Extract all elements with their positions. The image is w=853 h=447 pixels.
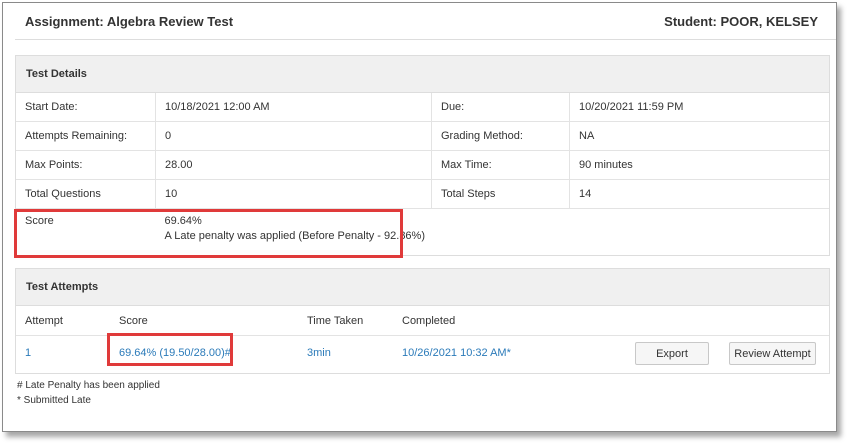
max-time-value: 90 minutes — [569, 150, 829, 180]
details-row: Attempts Remaining: 0 Grading Method: NA — [16, 121, 829, 151]
attempt-column-header: Attempt — [25, 315, 63, 327]
attempts-remaining-value: 0 — [155, 121, 432, 151]
attempts-remaining-label: Attempts Remaining: — [16, 121, 156, 151]
review-attempt-button[interactable]: Review Attempt — [729, 342, 816, 365]
max-time-label: Max Time: — [431, 150, 570, 180]
score-highlight-box — [14, 209, 403, 258]
time-taken-link[interactable]: 3min — [307, 347, 331, 359]
completed-column-header: Completed — [402, 315, 456, 327]
details-row: Max Points: 28.00 Max Time: 90 minutes — [16, 150, 829, 180]
details-row: Start Date: 10/18/2021 12:00 AM Due: 10/… — [16, 93, 829, 122]
completed-date-link[interactable]: 10/26/2021 10:32 AM* — [402, 347, 511, 359]
student-name: Student: POOR, KELSEY — [664, 14, 818, 29]
details-row: Total Questions 10 Total Steps 14 — [16, 179, 829, 209]
start-date-label: Start Date: — [16, 93, 156, 122]
start-date-value: 10/18/2021 12:00 AM — [155, 93, 432, 122]
total-questions-value: 10 — [155, 179, 432, 209]
total-questions-label: Total Questions — [16, 179, 156, 209]
total-steps-label: Total Steps — [431, 179, 570, 209]
grading-method-label: Grading Method: — [431, 121, 570, 151]
total-steps-value: 14 — [569, 179, 829, 209]
test-attempts-heading: Test Attempts — [16, 269, 829, 306]
header-divider — [15, 39, 836, 40]
attempt-score-highlight-box — [107, 333, 233, 366]
score-column-header: Score — [119, 315, 148, 327]
assignment-window: Assignment: Algebra Review Test Student:… — [2, 2, 837, 432]
max-points-label: Max Points: — [16, 150, 156, 180]
assignment-title: Assignment: Algebra Review Test — [25, 14, 234, 29]
attempts-column-headers: Attempt Score Time Taken Completed — [16, 306, 829, 336]
export-button[interactable]: Export — [635, 342, 709, 365]
time-taken-column-header: Time Taken — [307, 315, 364, 327]
late-penalty-footnote: # Late Penalty has been applied — [17, 380, 160, 391]
test-details-heading: Test Details — [16, 56, 829, 93]
due-value: 10/20/2021 11:59 PM — [569, 93, 829, 122]
attempt-number-link[interactable]: 1 — [25, 347, 31, 359]
max-points-value: 28.00 — [155, 150, 432, 180]
submitted-late-footnote: * Submitted Late — [17, 395, 91, 406]
due-label: Due: — [431, 93, 570, 122]
grading-method-value: NA — [569, 121, 829, 151]
